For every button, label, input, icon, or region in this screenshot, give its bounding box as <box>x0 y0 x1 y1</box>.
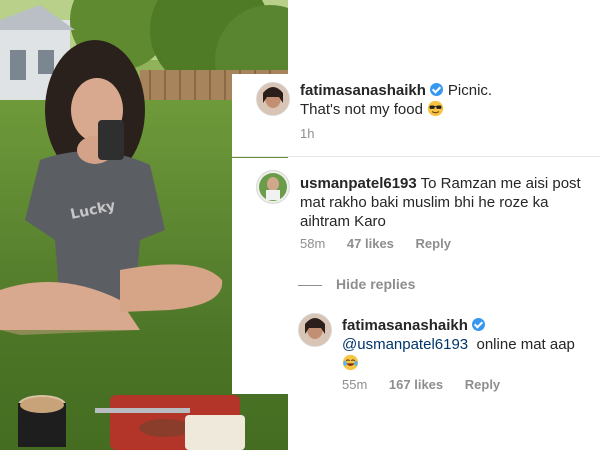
reply-time: 55m <box>342 377 368 392</box>
post-caption-card: fatimasanashaikh Picnic. That's not my fo… <box>232 74 600 157</box>
comment-body: usmanpatel6193 To Ramzan me aisi post ma… <box>300 174 590 231</box>
reply-text: online mat aap <box>476 336 575 353</box>
tears-of-joy-emoji-icon <box>342 354 359 376</box>
hide-replies-label: Hide replies <box>336 276 416 292</box>
caption-text-line1: Picnic. <box>447 82 493 99</box>
hide-replies-button[interactable]: Hide replies <box>298 276 415 292</box>
reply-username[interactable]: fatimasanashaikh <box>342 317 468 334</box>
verified-badge-icon <box>471 318 485 331</box>
reply-likes[interactable]: 167 likes <box>389 377 443 392</box>
reply-reply-button[interactable]: Reply <box>465 377 500 392</box>
reply-meta: 55m 167 likes Reply <box>342 377 518 392</box>
verified-badge-icon <box>429 83 443 96</box>
caption-username[interactable]: fatimasanashaikh <box>300 82 426 99</box>
avatar[interactable] <box>298 313 332 347</box>
comments-panel: fatimasanashaikh Picnic. That's not my fo… <box>232 0 600 450</box>
caption-time: 1h <box>300 126 315 141</box>
reply-mention-link[interactable]: @usmanpatel6193 <box>342 336 468 353</box>
comment-reply-button[interactable]: Reply <box>416 236 451 251</box>
avatar[interactable] <box>256 170 290 204</box>
comment-thread-card: usmanpatel6193 To Ramzan me aisi post ma… <box>232 158 600 394</box>
comment-username[interactable]: usmanpatel6193 <box>300 175 417 192</box>
caption-meta: 1h <box>300 126 332 141</box>
caption-text-line2: That's not my food <box>300 101 423 118</box>
comment-likes[interactable]: 47 likes <box>347 236 394 251</box>
comment-time: 58m <box>300 236 326 251</box>
avatar[interactable] <box>256 82 290 116</box>
comment-meta: 58m 47 likes Reply <box>300 236 469 251</box>
sunglasses-face-emoji-icon <box>427 100 444 122</box>
reply-body: fatimasanashaikh @usmanpatel6193 online … <box>342 316 592 376</box>
divider <box>298 284 322 286</box>
